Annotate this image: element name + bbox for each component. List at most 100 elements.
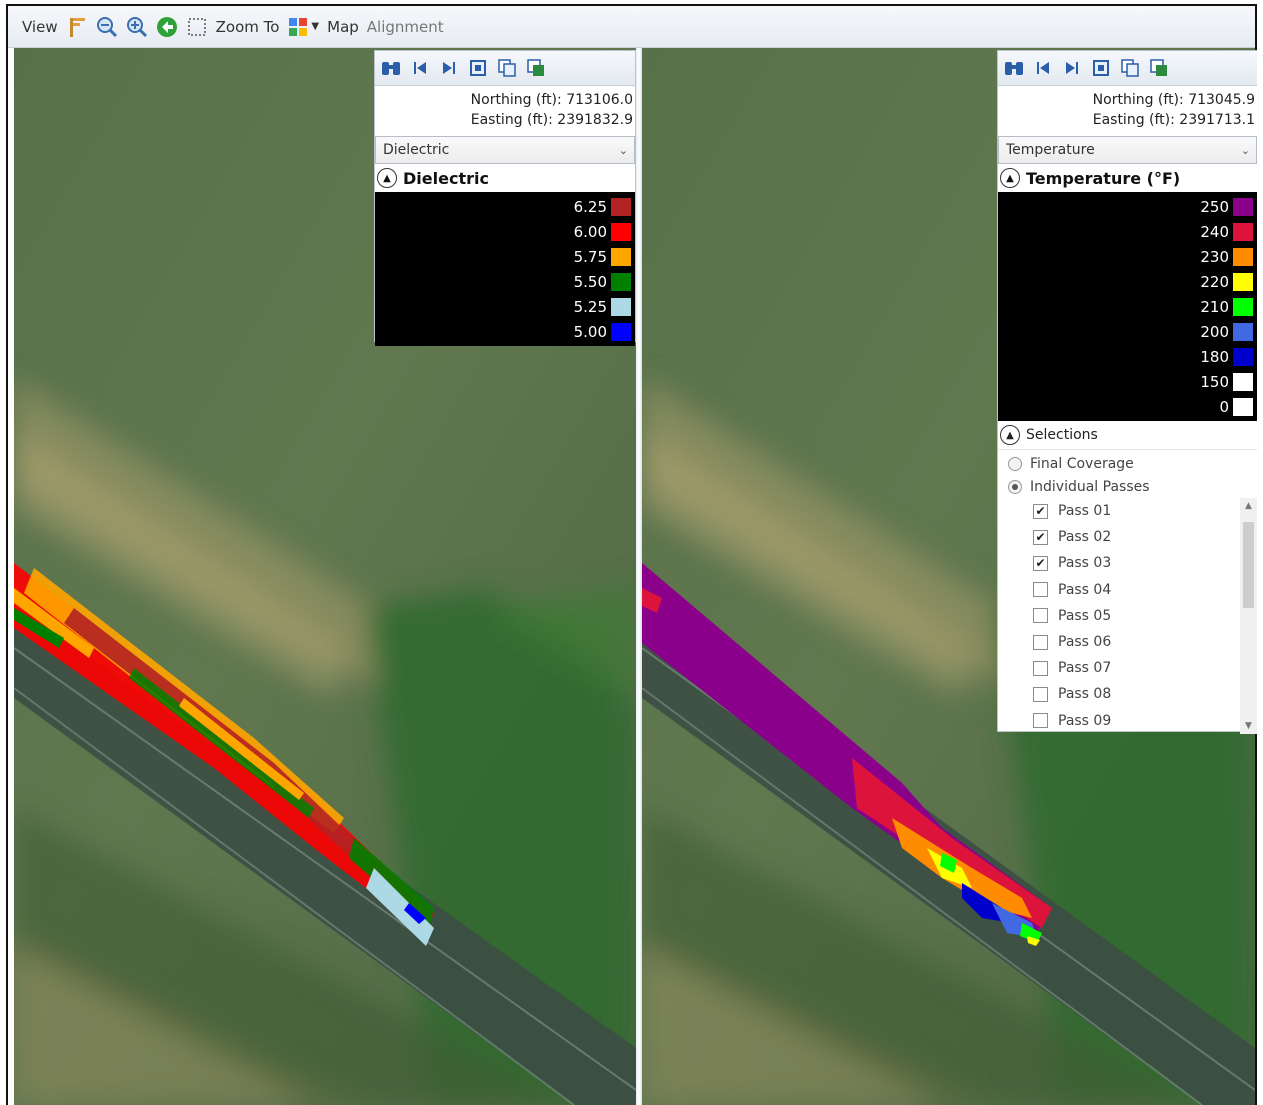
scroll-thumb[interactable] [1243, 522, 1254, 608]
scroll-down-icon[interactable]: ▼ [1240, 718, 1257, 734]
radio-label: Individual Passes [1030, 478, 1150, 495]
legend-swatch [1233, 197, 1253, 216]
pass-item[interactable]: ✔ Pass 01 [998, 498, 1257, 524]
left-northing: Northing (ft): 713106.0 [470, 92, 633, 108]
main-toolbar: View Zoom To ▼ Map Alignment [8, 6, 1255, 48]
left-layer-select-value: Dielectric [383, 142, 450, 158]
pass-item[interactable]: Pass 09 [998, 708, 1257, 734]
collapse-icon[interactable]: ▲ [1000, 168, 1020, 188]
right-layer-select-value: Temperature [1006, 142, 1095, 158]
view-menu[interactable]: View [22, 18, 58, 36]
pass-list-scrollbar[interactable]: ▲ ▼ [1240, 498, 1257, 734]
right-legend-header[interactable]: ▲ Temperature (°F) [998, 164, 1257, 192]
zoom-out-icon[interactable] [96, 16, 118, 38]
chevron-down-icon: ⌄ [618, 143, 628, 157]
pass-item[interactable]: Pass 04 [998, 577, 1257, 603]
radio-individual-passes[interactable]: Individual Passes [998, 475, 1257, 498]
checkbox[interactable] [1033, 713, 1048, 729]
pass-item[interactable]: ✔ Pass 02 [998, 524, 1257, 550]
export-icon[interactable] [1147, 56, 1171, 80]
radio-button[interactable] [1008, 456, 1022, 471]
left-legend-panel: Northing (ft): 713106.0 Easting (ft): 23… [374, 50, 636, 346]
pass-item[interactable]: Pass 08 [998, 681, 1257, 707]
legend-value: 5.50 [573, 272, 607, 291]
left-legend-header[interactable]: ▲ Dielectric [375, 164, 635, 192]
pass-item[interactable]: Pass 05 [998, 603, 1257, 629]
checkbox[interactable] [1033, 634, 1048, 650]
back-arrow-icon[interactable] [156, 16, 178, 38]
right-layer-select[interactable]: Temperature ⌄ [998, 136, 1257, 164]
checkbox[interactable] [1033, 660, 1048, 676]
last-record-icon[interactable] [1060, 56, 1084, 80]
pass-label: Pass 02 [1058, 529, 1112, 546]
legend-row: 0 [998, 394, 1257, 419]
legend-value: 0 [1219, 397, 1229, 416]
copy-icon[interactable] [495, 56, 519, 80]
legend-value: 210 [1200, 297, 1229, 316]
radio-button[interactable] [1008, 479, 1022, 494]
checkbox[interactable]: ✔ [1033, 529, 1048, 545]
right-panel-toolbar [998, 51, 1257, 86]
legend-row: 5.25 [375, 294, 635, 319]
legend-swatch [611, 222, 631, 241]
collapse-icon[interactable]: ▲ [1000, 425, 1020, 445]
legend-swatch [611, 197, 631, 216]
first-record-icon[interactable] [408, 56, 432, 80]
right-legend: 250 240 230 220 210 200 180 150 0 [998, 192, 1257, 421]
pass-label: Pass 06 [1058, 634, 1112, 651]
pass-item[interactable]: Pass 06 [998, 629, 1257, 655]
legend-value: 5.00 [573, 322, 607, 341]
fit-extent-icon[interactable] [1089, 56, 1113, 80]
legend-row: 5.00 [375, 319, 635, 344]
export-icon[interactable] [524, 56, 548, 80]
legend-swatch [1233, 347, 1253, 366]
layers-icon[interactable] [287, 16, 309, 38]
checkbox[interactable] [1033, 608, 1048, 624]
layers-dropdown-icon[interactable]: ▼ [311, 21, 319, 32]
fit-extent-icon[interactable] [466, 56, 490, 80]
legend-swatch [1233, 222, 1253, 241]
flag-marker-icon[interactable] [66, 16, 88, 38]
left-easting: Easting (ft): 2391832.9 [470, 112, 633, 128]
scroll-up-icon[interactable]: ▲ [1240, 498, 1257, 514]
left-layer-select[interactable]: Dielectric ⌄ [375, 136, 635, 164]
legend-value: 230 [1200, 247, 1229, 266]
legend-value: 180 [1200, 347, 1229, 366]
pass-item[interactable]: ✔ Pass 03 [998, 550, 1257, 576]
selections-header[interactable]: ▲ Selections [998, 421, 1257, 450]
legend-row: 6.25 [375, 194, 635, 219]
checkbox[interactable]: ✔ [1033, 555, 1048, 571]
legend-row: 220 [998, 269, 1257, 294]
zoom-to-button[interactable]: Zoom To [216, 18, 280, 36]
pass-item[interactable]: Pass 07 [998, 655, 1257, 681]
legend-row: 180 [998, 344, 1257, 369]
binoculars-icon[interactable] [1002, 56, 1026, 80]
collapse-icon[interactable]: ▲ [377, 168, 397, 188]
checkbox[interactable] [1033, 582, 1048, 598]
right-northing: Northing (ft): 713045.9 [1092, 92, 1255, 108]
binoculars-icon[interactable] [379, 56, 403, 80]
checkbox[interactable]: ✔ [1033, 503, 1048, 519]
checkbox[interactable] [1033, 686, 1048, 702]
legend-row: 6.00 [375, 219, 635, 244]
legend-row: 5.75 [375, 244, 635, 269]
copy-icon[interactable] [1118, 56, 1142, 80]
select-rectangle-icon[interactable] [186, 16, 208, 38]
radio-label: Final Coverage [1030, 455, 1134, 472]
radio-final-coverage[interactable]: Final Coverage [998, 452, 1257, 475]
legend-value: 6.25 [573, 197, 607, 216]
legend-row: 150 [998, 369, 1257, 394]
last-record-icon[interactable] [437, 56, 461, 80]
chevron-down-icon: ⌄ [1240, 143, 1250, 157]
selections-title: Selections [1026, 427, 1098, 443]
alignment-button[interactable]: Alignment [367, 18, 444, 36]
right-coordinates: Northing (ft): 713045.9 Easting (ft): 23… [998, 86, 1257, 132]
legend-value: 250 [1200, 197, 1229, 216]
pass-label: Pass 09 [1058, 712, 1112, 729]
first-record-icon[interactable] [1031, 56, 1055, 80]
mode-radio-group: Final Coverage Individual Passes [998, 450, 1257, 498]
right-easting: Easting (ft): 2391713.1 [1092, 112, 1255, 128]
legend-swatch [1233, 272, 1253, 291]
zoom-in-icon[interactable] [126, 16, 148, 38]
map-button[interactable]: Map [327, 18, 359, 36]
